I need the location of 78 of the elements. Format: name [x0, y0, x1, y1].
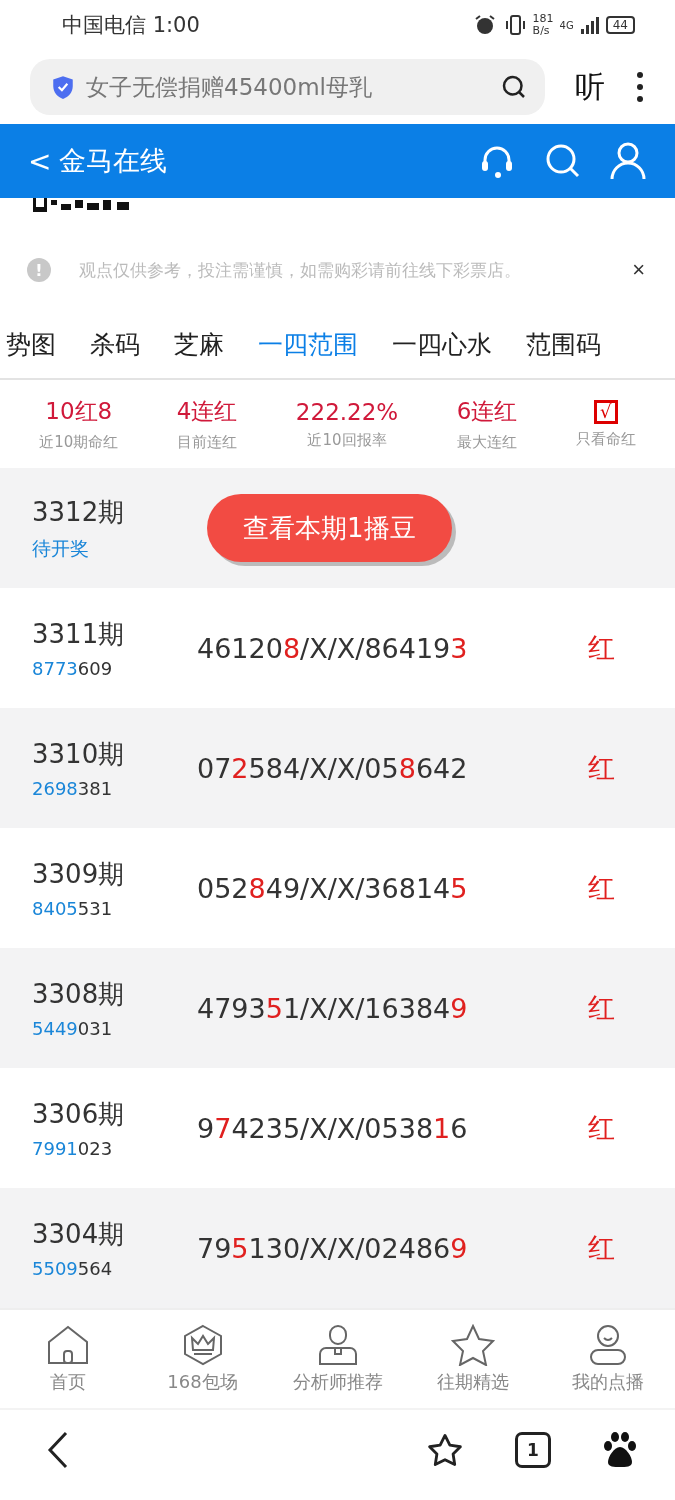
pick-numbers: 072584/X/X/058642	[197, 752, 469, 784]
stat-value: 6连红	[456, 397, 518, 426]
pick-numbers: 052849/X/X/368145	[197, 872, 469, 904]
issue-number: 3312期	[32, 495, 126, 529]
star-icon	[450, 1324, 495, 1366]
crown-icon	[181, 1324, 224, 1366]
tabs-count-button[interactable]: 1	[515, 1432, 551, 1468]
issue-number: 3304期	[32, 1218, 126, 1251]
issue-number: 3311期	[32, 618, 126, 651]
category-tab[interactable]: 范围码	[526, 327, 601, 361]
address-bar[interactable]: 女子无偿捐赠45400ml母乳	[30, 59, 545, 115]
page-title: 金马在线	[59, 144, 169, 178]
nav-item[interactable]: 首页	[2, 1324, 133, 1394]
result-text: 红	[588, 751, 615, 785]
stat-label: 目前连红	[177, 433, 238, 452]
category-tab[interactable]: 芝麻	[174, 327, 224, 361]
issue-number: 3310期	[32, 738, 126, 771]
speed-value: 181	[532, 13, 554, 25]
back-button[interactable]: <	[28, 144, 52, 178]
stat-value: 222.22%	[295, 398, 399, 425]
result-text: 红	[588, 1231, 615, 1265]
result-text: 红	[588, 631, 615, 665]
stat-value: 4连红	[176, 397, 238, 426]
nav-item[interactable]: 我的点播	[542, 1324, 673, 1394]
draw-number: 5449031	[32, 1018, 114, 1039]
category-tab[interactable]: 一四范围	[258, 327, 358, 361]
pick-numbers: 974235/X/X/053816	[197, 1112, 469, 1144]
stat-label: 只看命红	[575, 429, 636, 449]
draw-number: 2698381	[32, 778, 114, 799]
person-icon	[316, 1324, 359, 1366]
pick-numbers: 461208/X/X/864193	[197, 632, 469, 664]
issue-number: 3309期	[32, 858, 126, 891]
paw-icon[interactable]	[603, 1432, 637, 1468]
listen-button[interactable]: 听	[575, 66, 605, 108]
nav-label: 首页	[49, 1370, 86, 1394]
nav-item[interactable]: 168包场	[137, 1324, 268, 1394]
speed-unit: B/s	[532, 25, 551, 37]
result-text: 红	[588, 1111, 615, 1145]
star-icon[interactable]	[427, 1433, 463, 1467]
only-hits-checkbox[interactable]: √	[593, 399, 618, 424]
nav-item[interactable]: 分析师推荐	[272, 1324, 403, 1394]
carrier-time: 中国电信 1:00	[62, 12, 200, 39]
draw-status: 待开奖	[32, 535, 90, 561]
disclaimer-text: 观点仅供参考，投注需谨慎，如需购彩请前往线下彩票店。	[79, 258, 522, 282]
nav-label: 168包场	[167, 1370, 238, 1394]
draw-number: 5509564	[32, 1258, 114, 1279]
battery-level: 44	[605, 16, 635, 34]
network-type: 4G	[559, 19, 574, 31]
shield-icon	[50, 74, 76, 100]
category-tab[interactable]: 势图	[6, 327, 56, 361]
nav-item[interactable]: 往期精选	[407, 1324, 538, 1394]
close-button[interactable]: ×	[632, 257, 645, 283]
nav-label: 我的点播	[571, 1370, 644, 1394]
stat-label: 近10期命红	[39, 433, 119, 452]
nav-label: 分析师推荐	[292, 1370, 383, 1394]
stat-value: 10红8	[45, 397, 113, 426]
signal-icon	[579, 15, 600, 35]
stat-label: 最大连红	[456, 433, 517, 452]
stat-label: 近10回报率	[307, 430, 387, 450]
pick-numbers: 795130/X/X/024869	[197, 1232, 469, 1264]
pick-numbers: 479351/X/X/163849	[197, 992, 469, 1024]
search-query: 女子无偿捐赠45400ml母乳	[86, 72, 373, 102]
user-icon	[587, 1324, 628, 1366]
result-text: 红	[588, 991, 615, 1025]
draw-number: 7991023	[32, 1138, 114, 1159]
info-icon: !	[27, 258, 51, 282]
category-tab[interactable]: 杀码	[90, 327, 140, 361]
issue-number: 3308期	[32, 978, 126, 1011]
back-icon[interactable]	[46, 1431, 70, 1469]
draw-number: 8773609	[32, 658, 114, 679]
nav-label: 往期精选	[436, 1370, 509, 1394]
draw-number: 8405531	[32, 898, 114, 919]
user-icon[interactable]	[609, 141, 647, 181]
category-tab[interactable]: 一四心水	[392, 327, 492, 361]
result-text: 红	[588, 871, 615, 905]
issue-number: 3306期	[32, 1098, 126, 1131]
more-icon[interactable]	[635, 70, 645, 104]
house-icon	[45, 1324, 90, 1366]
